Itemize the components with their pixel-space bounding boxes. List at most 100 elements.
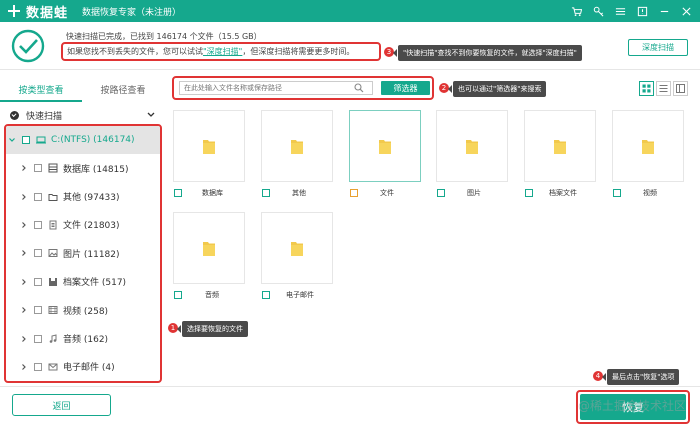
tree-root-checkbox[interactable] [22,136,30,144]
tree-item-checkbox[interactable] [34,306,42,315]
detail-view-icon[interactable] [673,81,688,96]
deep-scan-button[interactable]: 深度扫描 [628,39,688,56]
tree-root-drive[interactable]: C:(NTFS) (146174) [6,126,160,154]
file-card-archive[interactable] [524,110,596,182]
tree-item-checkbox[interactable] [34,362,42,371]
file-checkbox[interactable] [262,291,270,299]
bottom-divider [0,386,700,387]
folder-icon [203,240,215,256]
tab-by-type[interactable]: 按类型查看 [0,82,82,102]
video-icon [48,305,58,315]
folder-icon [48,192,58,202]
folder-icon [466,138,478,154]
tree-item-email[interactable]: 电子邮件 (4) [6,353,160,381]
tree-item-document[interactable]: 文件 (21803) [6,211,160,239]
image-icon [48,248,58,258]
annotation-tip-4: 最后点击"恢复"选项 [601,369,680,385]
view-toggles [637,81,688,96]
annotation-tip-1: 选择要恢复的文件 [177,321,248,337]
tree-item-label: 档案文件 (517) [63,278,127,289]
key-icon[interactable] [590,3,606,19]
tree-item-other[interactable]: 其他 (97433) [6,182,160,210]
hint-text-post: ，但深度扫描将需要更多时间。 [242,47,355,56]
tree-item-checkbox[interactable] [34,334,42,343]
file-card-image[interactable] [436,110,508,182]
file-card-audio[interactable] [173,212,245,284]
tree-item-checkbox[interactable] [34,164,42,173]
quick-scan-label: 快速扫描 [26,111,63,122]
list-view-icon[interactable] [656,81,671,96]
menu-icon[interactable] [612,3,628,19]
tree-item-label: 数据库 (14815) [63,164,129,175]
file-card-label: 档案文件 [549,189,577,197]
quick-scan-section[interactable]: 快速扫描 [0,106,164,124]
tree-item-checkbox[interactable] [34,249,42,258]
minimize-icon[interactable] [656,3,672,19]
file-card-other[interactable] [261,110,333,182]
tree-item-database[interactable]: 数据库 (14815) [6,154,160,182]
app-subtitle: 数据恢复专家（未注册） [82,7,182,18]
tree-item-label: 文件 (21803) [63,221,120,232]
tree-item-video[interactable]: 视频 (258) [6,296,160,324]
deep-scan-hint: 如果您找不到丢失的文件，您可以试试"深度扫描"，但深度扫描将需要更多时间。 [61,42,381,61]
file-checkbox[interactable] [437,189,445,197]
chevron-down-icon[interactable] [146,110,156,120]
grid-view-icon[interactable] [639,81,654,96]
chevron-right-icon[interactable] [20,278,28,286]
chevron-right-icon[interactable] [20,363,28,371]
tree-item-checkbox[interactable] [34,277,42,286]
tree-item-image[interactable]: 图片 (11182) [6,239,160,267]
chevron-right-icon[interactable] [20,193,28,201]
tree-item-label: 视频 (258) [63,306,109,317]
archive-icon [48,277,58,287]
tree-item-audio[interactable]: 音频 (162) [6,324,160,352]
file-checkbox[interactable] [262,189,270,197]
search-icon[interactable] [354,83,364,93]
tree-item-label: 其他 (97433) [63,193,120,204]
file-card-label: 文件 [380,189,394,197]
folder-icon [642,138,654,154]
chevron-right-icon[interactable] [20,164,28,172]
tree-item-label: 图片 (11182) [63,249,120,260]
feedback-icon[interactable] [634,3,650,19]
chevron-right-icon[interactable] [20,249,28,257]
chevron-right-icon[interactable] [20,306,28,314]
file-card-document[interactable] [349,110,421,182]
folder-icon [379,138,391,154]
file-card-label: 图片 [467,189,481,197]
file-card-video[interactable] [612,110,684,182]
title-bar: 数据蛙 数据恢复专家（未注册） [0,0,700,22]
file-card-label: 电子邮件 [286,291,314,299]
hint-text-pre: 如果您找不到丢失的文件，您可以试试 [67,47,203,56]
folder-icon [203,138,215,154]
file-checkbox[interactable] [613,189,621,197]
file-card-label: 音频 [205,291,219,299]
file-checkbox[interactable] [174,189,182,197]
chevron-down-icon[interactable] [8,136,16,144]
file-checkbox[interactable] [525,189,533,197]
cart-icon[interactable] [568,3,584,19]
folder-icon [554,138,566,154]
scan-complete-check-icon [11,29,45,63]
scan-status-header: 快速扫描已完成，已找到 146174 个文件（15.5 GB） 如果您找不到丢失… [0,22,700,70]
back-button[interactable]: 返回 [12,394,111,416]
tree-item-checkbox[interactable] [34,192,42,201]
view-mode-tabs: 按类型查看 按路径查看 [0,82,164,102]
app-logo: 数据蛙 [8,2,68,21]
search-input[interactable] [179,81,373,95]
tab-by-path[interactable]: 按路径查看 [82,82,164,102]
chevron-right-icon[interactable] [20,221,28,229]
file-card-database[interactable] [173,110,245,182]
file-checkbox[interactable] [174,291,182,299]
close-icon[interactable] [678,3,694,19]
check-dot-icon [10,110,19,120]
tree-item-checkbox[interactable] [34,220,42,229]
audio-icon [48,333,58,344]
file-card-label: 视频 [643,189,657,197]
tree-item-archive[interactable]: 档案文件 (517) [6,268,160,296]
file-card-email[interactable] [261,212,333,284]
file-checkbox[interactable] [350,189,358,197]
filter-button[interactable]: 筛选器 [381,81,430,95]
deep-scan-link[interactable]: "深度扫描" [203,47,242,56]
chevron-right-icon[interactable] [20,335,28,343]
